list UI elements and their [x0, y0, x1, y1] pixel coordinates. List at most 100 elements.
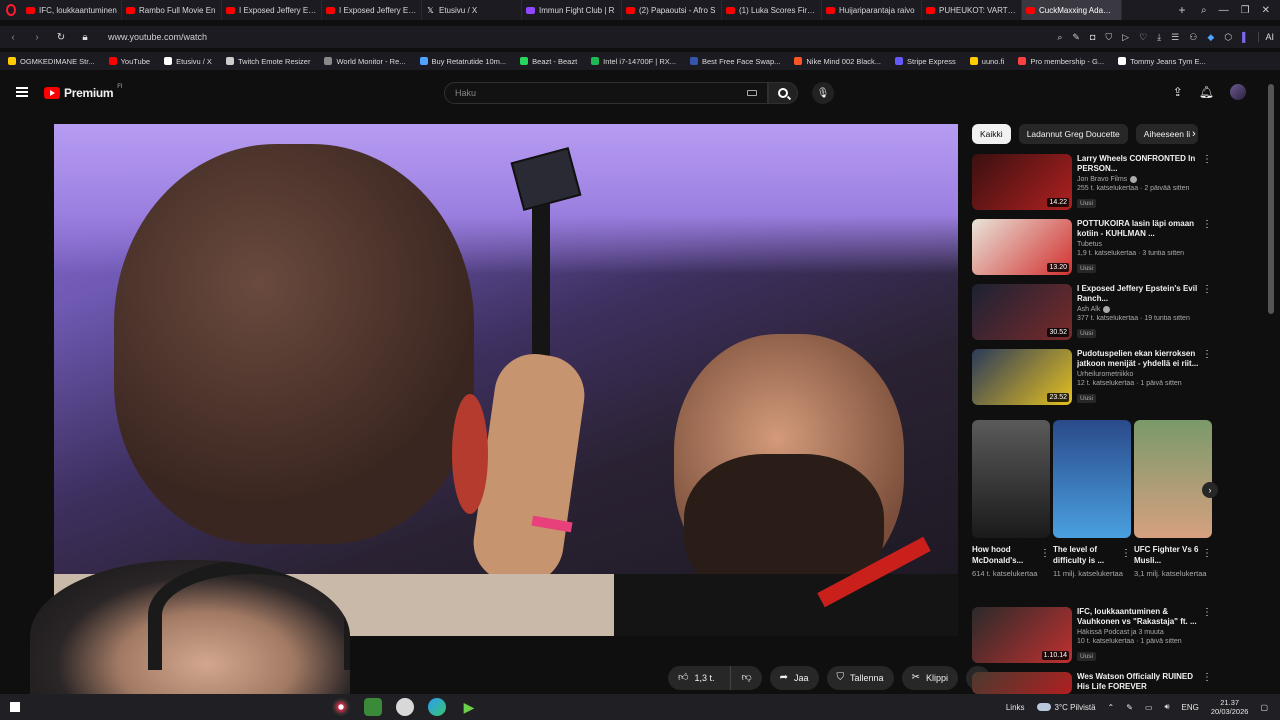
url-field[interactable]: www.youtube.com/watch: [108, 32, 207, 42]
camera-icon[interactable]: ◘: [1090, 32, 1095, 42]
browser-tab[interactable]: Rambo Full Movie En: [122, 0, 222, 20]
search-button[interactable]: [768, 82, 798, 104]
search-input[interactable]: Haku: [444, 82, 768, 104]
maximize-button[interactable]: ❐: [1241, 5, 1250, 16]
channel-name[interactable]: Tubetus: [1077, 241, 1201, 248]
shield-icon[interactable]: ⛉: [1105, 32, 1112, 43]
voice-search-button[interactable]: 🎙︎: [812, 82, 834, 104]
short-title[interactable]: The level of difficulty is ...: [1053, 544, 1119, 566]
dislike-button[interactable]: 👎︎: [730, 666, 761, 690]
heart-icon[interactable]: ♡: [1139, 32, 1147, 43]
more-vert-icon[interactable]: ⋮: [1202, 607, 1212, 618]
video-thumbnail[interactable]: 30.52: [972, 284, 1072, 340]
channel-name[interactable]: Ash Alk: [1077, 306, 1201, 313]
short-item[interactable]: How hood McDonald's... 614 t. katselukert…: [972, 420, 1050, 579]
channel-name[interactable]: Urheilurometriikko: [1077, 371, 1201, 378]
more-vert-icon[interactable]: ⋮: [1202, 219, 1212, 230]
bookmark-item[interactable]: Beazt - Beazt: [520, 57, 577, 66]
minimize-button[interactable]: —: [1219, 5, 1229, 16]
search-tabs-icon[interactable]: ⌕: [1201, 5, 1207, 16]
browser-tab[interactable]: (1) Luka Scores First L: [722, 0, 822, 20]
video-thumbnail[interactable]: 13.20: [972, 219, 1072, 275]
hamburger-menu-icon[interactable]: [16, 87, 28, 97]
youtube-logo[interactable]: Premium FI: [44, 84, 123, 100]
back-button[interactable]: ‹: [6, 32, 20, 43]
clock[interactable]: 21.37 20/03/2026: [1211, 698, 1249, 716]
search-icon[interactable]: ⌕: [1057, 32, 1062, 43]
sidebar-icon[interactable]: ▌: [1242, 32, 1248, 42]
browser-tab[interactable]: I Exposed Jeffery Epst: [322, 0, 422, 20]
menu-list-icon[interactable]: ☰: [1171, 32, 1179, 43]
video-title[interactable]: Pudotuspelien ekan kierroksen jatkoon me…: [1077, 349, 1201, 369]
clip-button[interactable]: ✂ Klippi: [901, 666, 958, 690]
links-toolbar[interactable]: Links: [1006, 703, 1025, 712]
short-thumbnail[interactable]: [1053, 420, 1131, 538]
more-vert-icon[interactable]: ⋮: [1202, 548, 1212, 559]
cube-icon[interactable]: ⬡: [1224, 32, 1232, 43]
play-icon[interactable]: ▷: [1122, 32, 1129, 43]
browser-tab[interactable]: IFC, loukkaantuminen: [22, 0, 122, 20]
more-vert-icon[interactable]: ⋮: [1202, 672, 1212, 683]
more-vert-icon[interactable]: ⋮: [1202, 284, 1212, 295]
obs-app-icon[interactable]: [396, 698, 414, 716]
bookmark-item[interactable]: Twitch Emote Resizer: [225, 57, 310, 66]
recommendation-item[interactable]: 13.20 POTTUKOIRA lasin läpi omaan kotiin …: [972, 219, 1212, 277]
chevron-up-icon[interactable]: ⌃: [1108, 703, 1115, 712]
filter-chip[interactable]: Aiheeseen li: [1135, 124, 1199, 144]
more-vert-icon[interactable]: ⋮: [1202, 349, 1212, 360]
bookmark-item[interactable]: Etusivu / X: [164, 57, 212, 66]
shorts-next-button[interactable]: ›: [1202, 482, 1218, 498]
recommendation-item[interactable]: 1.10.14 IFC, loukkaantuminen & Vauhkonen …: [972, 607, 1212, 665]
close-window-button[interactable]: ✕: [1262, 5, 1270, 16]
browser-tab[interactable]: I Exposed Jeffery Epst: [222, 0, 322, 20]
channel-name[interactable]: Jon Bravo Films: [1077, 176, 1201, 183]
video-thumbnail[interactable]: 23.52: [972, 349, 1072, 405]
bell-icon[interactable]: 🔔︎: [1199, 85, 1214, 99]
video-title[interactable]: Wes Watson Officially RUINED His Life FO…: [1077, 672, 1201, 692]
reload-button[interactable]: ↻: [54, 32, 68, 43]
bookmark-item[interactable]: Buy Retatrutide 10m...: [419, 57, 506, 66]
share-button[interactable]: ➦ Jaa: [769, 666, 819, 690]
opera-app-icon[interactable]: [332, 698, 350, 716]
start-button[interactable]: [0, 694, 30, 720]
short-title[interactable]: How hood McDonald's...: [972, 544, 1038, 566]
video-title[interactable]: Larry Wheels CONFRONTED In PERSON...: [1077, 154, 1201, 174]
volume-icon[interactable]: 🔊︎: [1165, 702, 1170, 712]
browser-tab[interactable]: CuckMaxxing Adam22 V: [1022, 0, 1122, 20]
network-icon[interactable]: ▭: [1145, 703, 1153, 712]
recommendation-item[interactable]: Wes Watson Officially RUINED His Life FO…: [972, 672, 1212, 694]
short-item[interactable]: UFC Fighter Vs 6 Musli... 3,1 milj. katse…: [1134, 420, 1212, 579]
bookmark-item[interactable]: Stripe Express: [895, 57, 956, 66]
bookmark-item[interactable]: Tommy Jeans Tym E...: [1118, 57, 1206, 66]
bookmark-item[interactable]: Nike Mind 002 Black...: [794, 57, 881, 66]
filter-chip[interactable]: Ladannut Greg Doucette: [1018, 124, 1128, 144]
more-vert-icon[interactable]: ⋮: [1121, 548, 1131, 559]
short-thumbnail[interactable]: [1134, 420, 1212, 538]
browser-tab[interactable]: (2) Papaoutsi - Afro S: [622, 0, 722, 20]
lock-icon[interactable]: 🔒︎: [78, 32, 92, 43]
bookmark-item[interactable]: Pro membership - G...: [1018, 57, 1104, 66]
browser-tab[interactable]: Huijariparantaja raivo: [822, 0, 922, 20]
bookmark-item[interactable]: YouTube: [108, 57, 150, 66]
browser-tab[interactable]: Immun Fight Club | R: [522, 0, 622, 20]
more-vert-icon[interactable]: ⋮: [1202, 154, 1212, 165]
video-thumbnail[interactable]: 14.22: [972, 154, 1072, 210]
bookmark-item[interactable]: uuno.fi: [969, 57, 1004, 66]
recommendation-item[interactable]: 14.22 Larry Wheels CONFRONTED In PERSON..…: [972, 154, 1212, 212]
filter-chip[interactable]: Kaikki: [972, 124, 1011, 144]
download-icon[interactable]: ⤓: [1157, 32, 1161, 43]
recommendation-item[interactable]: 23.52 Pudotuspelien ekan kierroksen jatko…: [972, 349, 1212, 407]
page-scrollbar[interactable]: [1268, 84, 1274, 314]
avatar[interactable]: [1230, 84, 1246, 100]
bookmark-item[interactable]: Best Free Face Swap...: [690, 57, 780, 66]
extension-icon[interactable]: ◆: [1207, 32, 1214, 43]
edge-app-icon[interactable]: [428, 698, 446, 716]
new-tab-button[interactable]: +: [1173, 3, 1191, 17]
video-thumbnail[interactable]: 1.10.14: [972, 607, 1072, 663]
forward-button[interactable]: ›: [30, 32, 44, 43]
video-title[interactable]: IFC, loukkaantuminen & Vauhkonen vs "Rak…: [1077, 607, 1201, 627]
video-thumbnail[interactable]: [972, 672, 1072, 694]
video-title[interactable]: POTTUKOIRA lasin läpi omaan kotiin - KUH…: [1077, 219, 1201, 239]
notification-icon[interactable]: ▢: [1260, 703, 1268, 712]
video-title[interactable]: I Exposed Jeffery Epstein's Evil Ranch..…: [1077, 284, 1201, 304]
